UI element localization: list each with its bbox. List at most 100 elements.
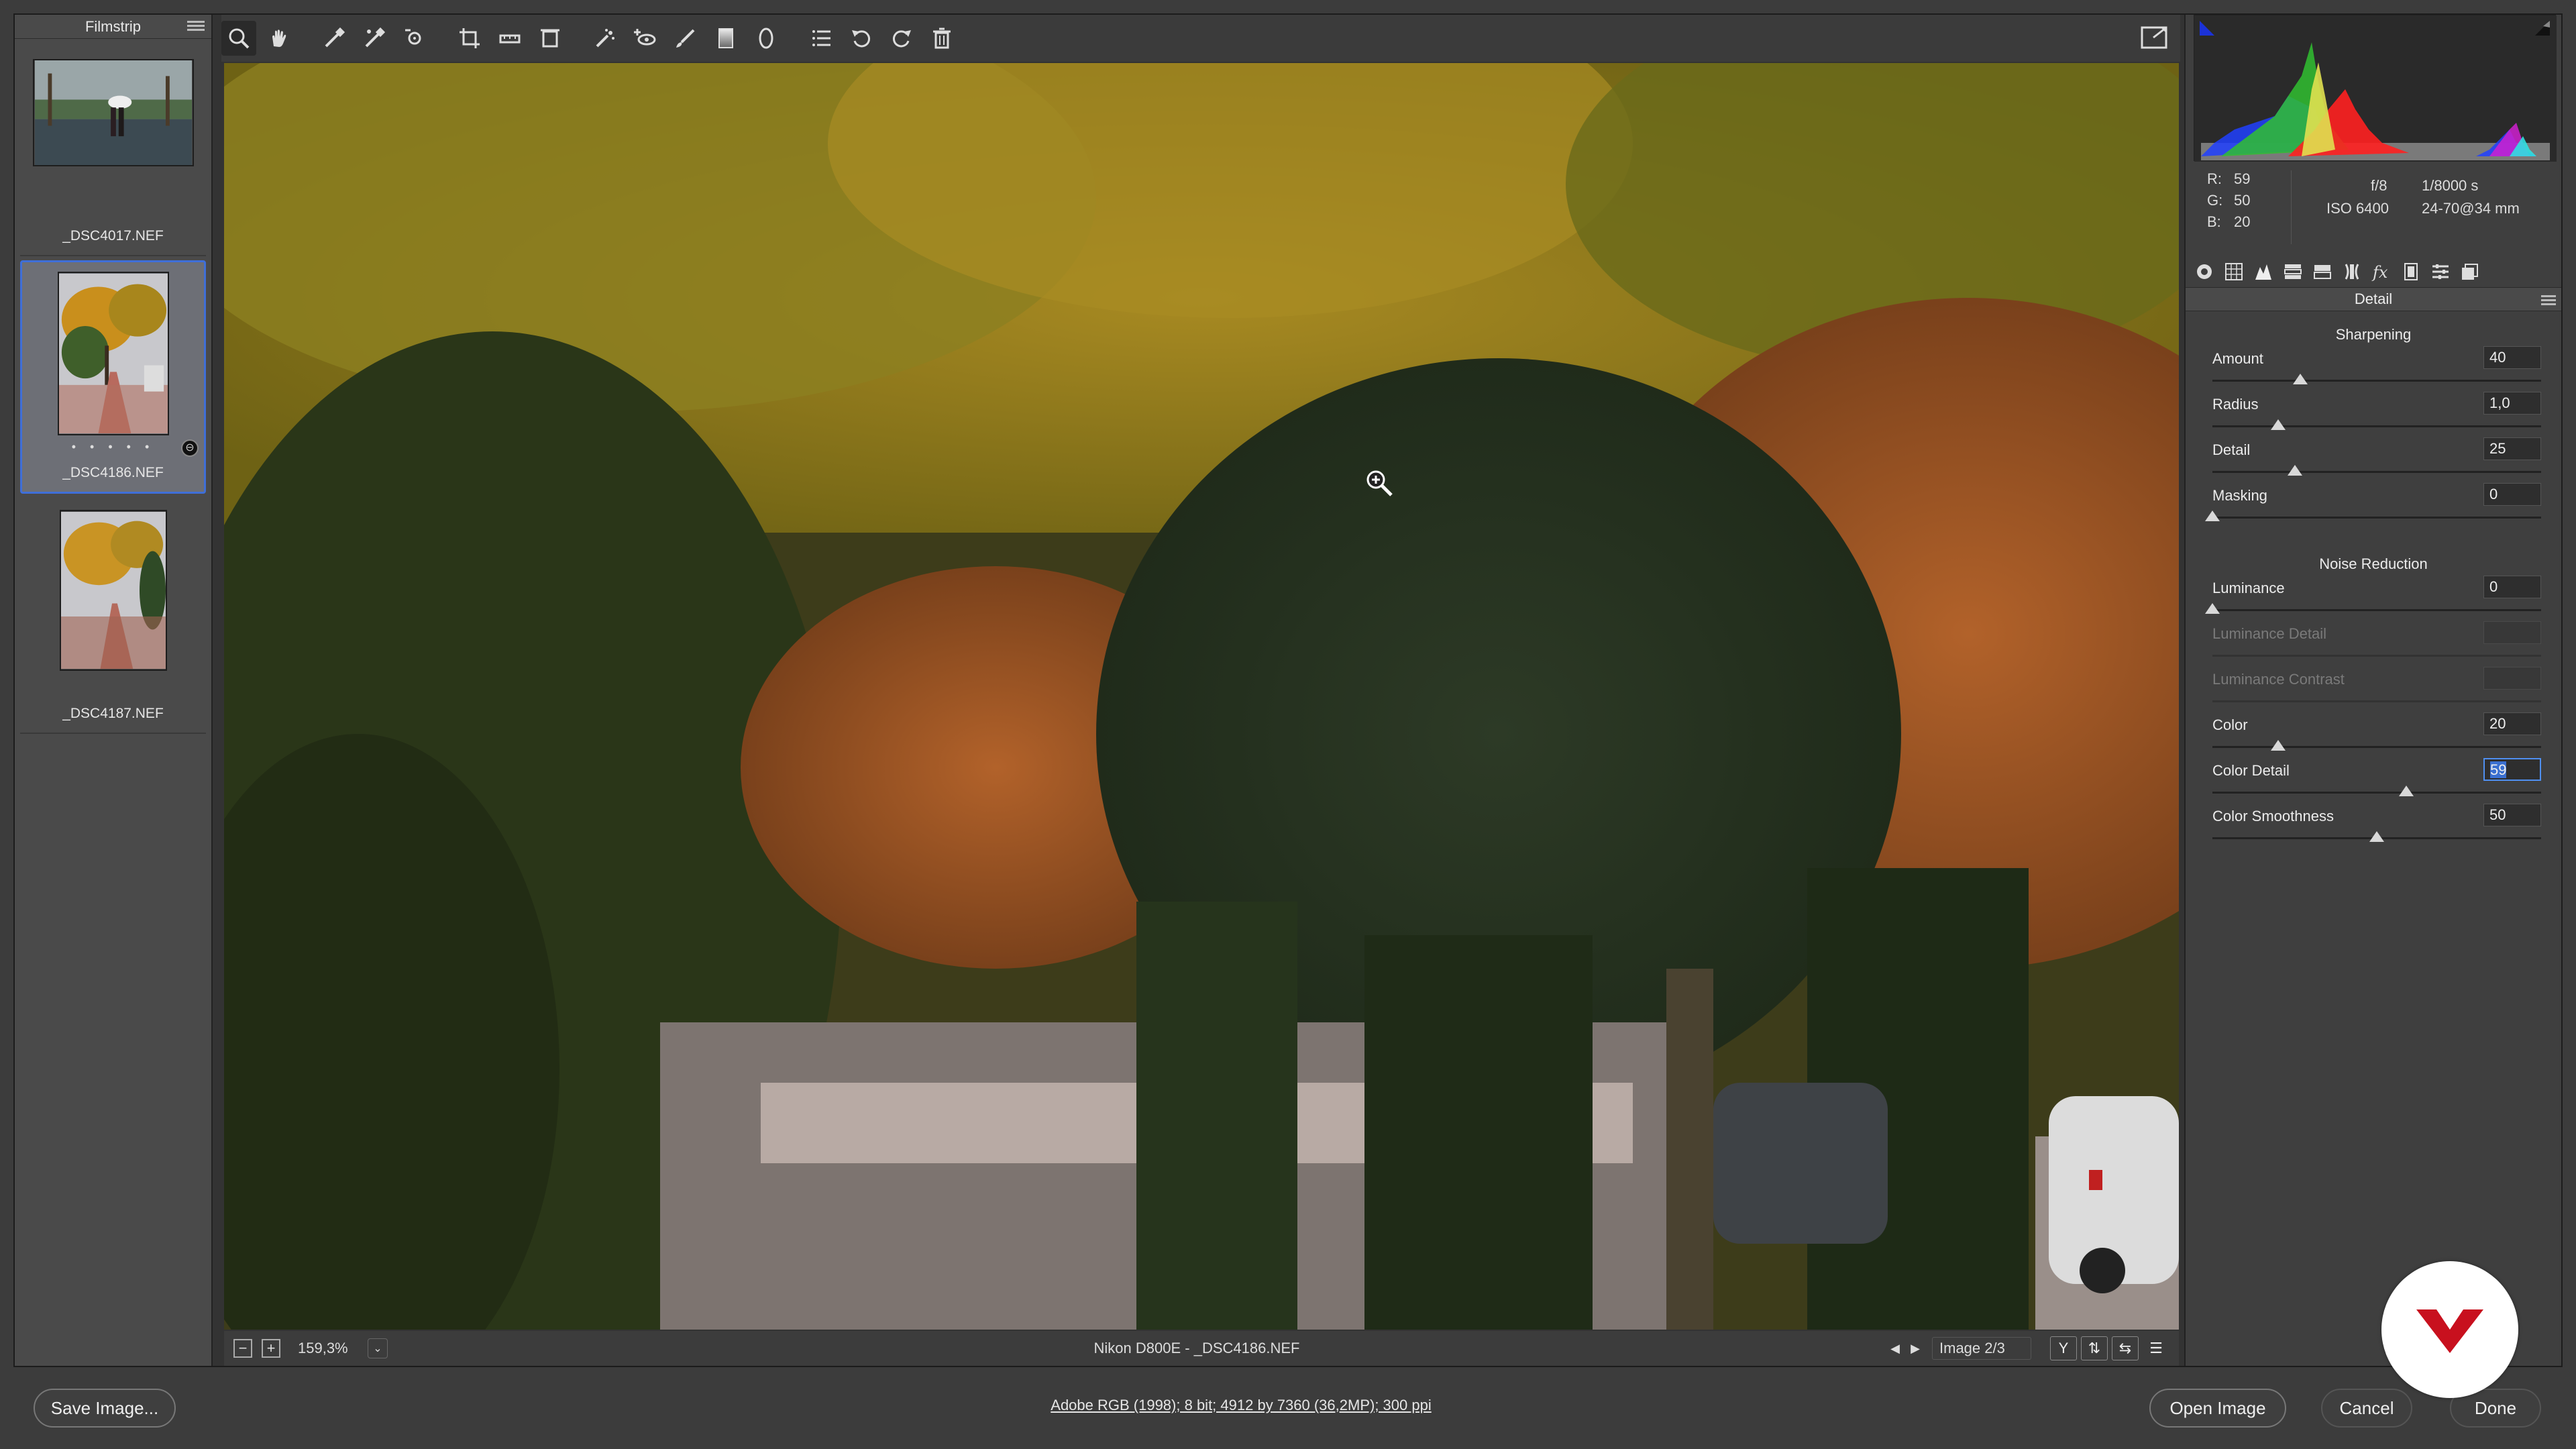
noise-reduction-title: Noise Reduction [2319,555,2428,572]
rotate-right-icon[interactable] [884,21,919,56]
color-sampler-tool-icon[interactable] [357,21,392,56]
detail-value-field[interactable]: 25 [2483,437,2541,460]
slider-label: Color Smoothness [2212,808,2334,824]
slider-color-smoothness[interactable]: Color Smoothness 50 [2212,804,2541,849]
adjustment-brush-tool-icon[interactable] [668,21,703,56]
slider-detail[interactable]: Detail 25 [2212,437,2541,483]
workflow-options-link[interactable]: Adobe RGB (1998); 8 bit; 4912 by 7360 (3… [939,1397,1543,1414]
graduated-filter-tool-icon[interactable] [708,21,743,56]
slider-track[interactable] [2212,792,2541,794]
color-smoothness-value-field[interactable]: 50 [2483,804,2541,826]
slider-label: Color [2212,716,2248,733]
tool-bar [221,15,2180,62]
tab-hsl-icon[interactable] [2281,260,2305,284]
filmstrip-item-dsc4186[interactable]: • • • • • ⊖ _DSC4186.NEF [20,260,206,494]
brand-logo [2381,1261,2518,1398]
swap-settings-button[interactable]: ⇅ [2081,1336,2108,1360]
svg-text:fx: fx [2371,263,2388,282]
zoom-in-button[interactable]: + [262,1339,280,1358]
tab-snapshots-icon[interactable] [2458,260,2482,284]
slider-track[interactable] [2212,517,2541,519]
filmstrip-menu-icon[interactable] [187,19,205,34]
spot-removal-tool-icon[interactable] [588,21,623,56]
bottom-bar: Save Image... Adobe RGB (1998); 8 bit; 4… [0,1368,2576,1449]
zoom-cursor-icon [1364,468,1394,498]
slider-color-detail[interactable]: Color Detail 59 [2212,758,2541,804]
luminance-value-field[interactable]: 0 [2483,576,2541,598]
open-image-button[interactable]: Open Image [2149,1389,2286,1428]
slider-track[interactable] [2212,425,2541,427]
transform-tool-icon[interactable] [533,21,568,56]
star-rating[interactable]: • • • • • [22,440,204,454]
rotate-left-icon[interactable] [844,21,879,56]
image-preview[interactable] [224,63,2179,1330]
filmstrip-panel: Filmstrip _DSC4017.NEF • • • • • ⊖ _DSC4… [15,15,213,1366]
save-image-button[interactable]: Save Image... [34,1389,176,1428]
slider-thumb[interactable] [2292,374,2308,384]
slider-label: Luminance Contrast [2212,671,2345,688]
slider-track[interactable] [2212,746,2541,748]
value-text: 0 [2489,486,2498,502]
image-counter: Image 2/3 [1932,1337,2031,1360]
cancel-button[interactable]: Cancel [2321,1389,2412,1428]
shadow-clipping-warning-icon[interactable] [2197,18,2217,38]
zoom-tool-icon[interactable] [221,21,256,56]
amount-value-field[interactable]: 40 [2483,346,2541,369]
slider-luminance[interactable]: Luminance 0 [2205,576,2541,621]
slider-thumb[interactable] [2271,419,2286,430]
masking-value-field[interactable]: 0 [2483,483,2541,506]
panel-menu-icon[interactable] [2541,293,2556,307]
straighten-tool-icon[interactable] [492,21,527,56]
filmstrip-item-dsc4187[interactable]: _DSC4187.NEF [20,498,206,734]
slider-radius[interactable]: Radius 1,0 [2212,392,2541,437]
red-eye-tool-icon[interactable] [628,21,663,56]
image-navigation: ◀ ▶ Image 2/3 [1885,1337,2031,1360]
presets-list-icon[interactable] [804,21,839,56]
zoom-dropdown[interactable]: ⌄ [368,1338,388,1358]
slider-color[interactable]: Color 20 [2212,712,2541,758]
luminance-detail-value-field [2483,621,2541,644]
copy-settings-button[interactable]: ⇆ [2112,1336,2139,1360]
before-after-view-button[interactable]: Y [2050,1336,2077,1360]
slider-label: Luminance Detail [2212,625,2326,642]
preview-settings-button[interactable]: ☰ [2143,1336,2169,1360]
white-balance-tool-icon[interactable] [317,21,352,56]
tab-split-toning-icon[interactable] [2310,260,2334,284]
targeted-adjustment-tool-icon[interactable] [397,21,432,56]
fullscreen-toggle-icon[interactable] [2140,24,2169,51]
slider-track[interactable] [2212,609,2541,611]
tab-presets-icon[interactable] [2428,260,2453,284]
zoom-out-button[interactable]: − [233,1339,252,1358]
crop-tool-icon[interactable] [452,21,487,56]
next-image-button[interactable]: ▶ [1905,1338,1925,1358]
tab-basic-icon[interactable] [2192,260,2216,284]
tab-effects-icon[interactable]: fx [2369,260,2394,284]
slider-thumb[interactable] [2399,786,2414,796]
lens-info: 24-70@34 mm [2422,200,2520,217]
slider-thumb[interactable] [2205,603,2220,614]
radius-value-field[interactable]: 1,0 [2483,392,2541,415]
color-value-field[interactable]: 20 [2483,712,2541,735]
highlight-clipping-warning-icon[interactable] [2532,18,2553,38]
slider-masking[interactable]: Masking 0 [2205,483,2541,529]
value-text: 0 [2489,578,2498,595]
filmstrip-item-dsc4017[interactable]: _DSC4017.NEF [20,43,206,256]
thumbnail-label: _DSC4187.NEF [62,706,164,721]
trash-icon[interactable] [924,21,959,56]
color-detail-value-field[interactable]: 59 [2483,758,2541,781]
view-buttons: Y ⇅ ⇆ ☰ [2046,1336,2169,1360]
tab-camera-calibration-icon[interactable] [2399,260,2423,284]
slider-thumb[interactable] [2271,740,2286,751]
slider-thumb[interactable] [2369,831,2384,842]
slider-thumb[interactable] [2287,465,2302,476]
tab-lens-corrections-icon[interactable] [2340,260,2364,284]
slider-thumb[interactable] [2205,511,2220,521]
slider-track[interactable] [2212,380,2541,382]
tab-tone-curve-icon[interactable] [2222,260,2246,284]
slider-amount[interactable]: Amount 40 [2212,346,2541,392]
hand-tool-icon[interactable] [262,21,297,56]
radial-filter-tool-icon[interactable] [749,21,784,56]
slider-track[interactable] [2212,471,2541,473]
previous-image-button[interactable]: ◀ [1885,1338,1905,1358]
tab-detail-icon[interactable] [2251,260,2275,284]
